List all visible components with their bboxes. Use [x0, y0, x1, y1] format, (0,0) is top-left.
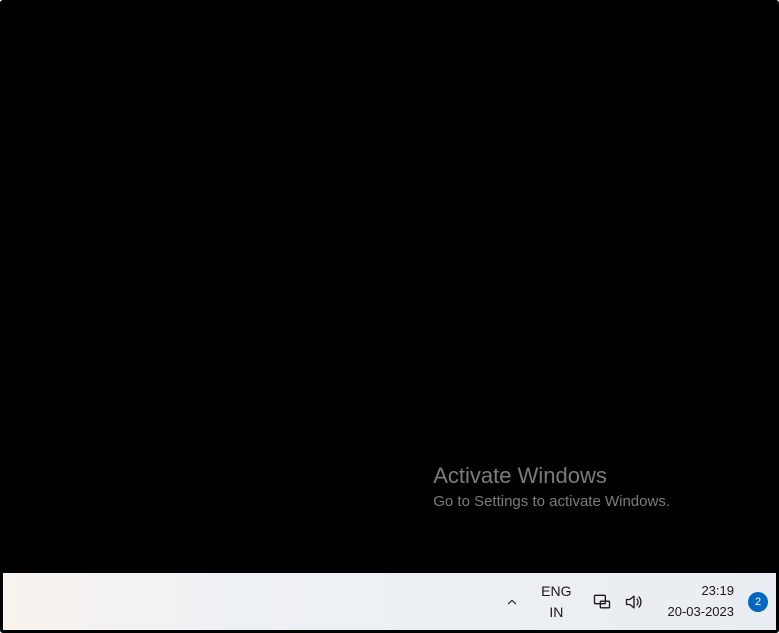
taskbar: ENG IN 23:19 20-03-2023 2: [3, 573, 776, 630]
tray-overflow-button[interactable]: [497, 582, 527, 622]
notifications-count: 2: [755, 596, 761, 608]
watermark-subtitle: Go to Settings to activate Windows.: [433, 493, 670, 510]
language-code: ENG: [541, 581, 571, 601]
activation-watermark: Activate Windows Go to Settings to activ…: [433, 463, 670, 510]
notifications-badge[interactable]: 2: [748, 592, 768, 612]
network-volume-group[interactable]: [586, 592, 650, 612]
clock-time: 23:19: [701, 581, 734, 601]
language-region: IN: [549, 602, 563, 622]
chevron-up-icon: [505, 595, 519, 609]
network-icon: [592, 592, 612, 612]
volume-icon: [624, 592, 644, 612]
watermark-title: Activate Windows: [433, 463, 670, 489]
clock[interactable]: 23:19 20-03-2023: [660, 581, 737, 621]
clock-date: 20-03-2023: [668, 602, 735, 622]
desktop-area: Activate Windows Go to Settings to activ…: [3, 3, 776, 573]
language-switcher[interactable]: ENG IN: [537, 581, 575, 622]
